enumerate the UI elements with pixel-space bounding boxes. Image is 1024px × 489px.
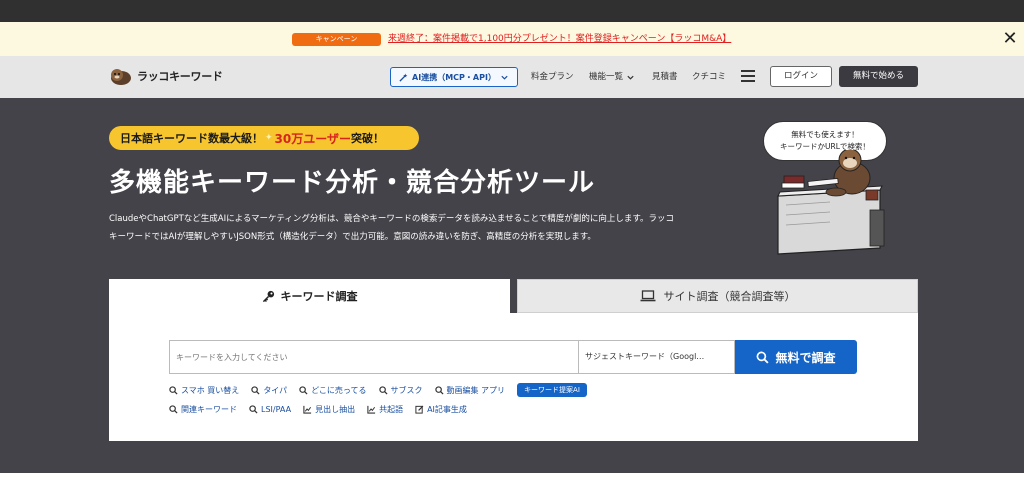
tool-link-ai-article[interactable]: AI記事生成 <box>415 404 467 415</box>
suggested-keyword-link[interactable]: タイパ <box>251 385 287 396</box>
magic-wand-icon <box>399 72 408 82</box>
search-icon <box>378 385 388 395</box>
tool-link-label: 見出し抽出 <box>315 404 356 414</box>
search-tabs-card: キーワード調査 サイト調査（競合調査等） サジェストキーワード（Googl… 無… <box>109 279 918 441</box>
tool-link-label: LSI/PAA <box>261 404 292 414</box>
nav-features-label: 機能一覧 <box>589 72 624 82</box>
search-icon <box>169 404 178 414</box>
tool-link-label: AI記事生成 <box>427 404 467 414</box>
otter-logo-icon <box>111 69 131 85</box>
tab-keyword-research[interactable]: キーワード調査 <box>109 279 510 313</box>
logo[interactable]: ラッコキーワード <box>109 66 223 86</box>
tool-links-row: 関連キーワード LSI/PAA 見出し抽出 共起語 AI記事生成 <box>169 402 479 416</box>
suggested-keyword-link[interactable]: どこに売ってる <box>299 385 367 396</box>
search-icon <box>251 385 260 395</box>
ai-integration-button[interactable]: AI連携（MCP・API） <box>390 67 518 87</box>
sparkle-icon: ✦ <box>265 133 273 143</box>
keyword-ai-badge[interactable]: キーワード提案AI <box>517 383 587 397</box>
chevron-down-icon <box>627 75 634 80</box>
site-header: ラッコキーワード AI連携（MCP・API） 料金プラン 機能一覧 見積書 クチ… <box>0 56 1024 98</box>
nav-features[interactable]: 機能一覧 <box>589 70 635 84</box>
campaign-badge: キャンペーン <box>292 33 381 46</box>
top-bar <box>0 0 1024 22</box>
search-icon <box>757 351 770 364</box>
campaign-link[interactable]: 来週終了：案件掲載で1,100円分プレゼント！案件登録キャンペーン【ラッコM&A… <box>388 33 731 46</box>
search-panel: サジェストキーワード（Googl… 無料で調査 スマホ 買い替え タイパ <box>109 313 918 441</box>
tool-link-lsi[interactable]: LSI/PAA <box>249 405 291 414</box>
search-submit-label: 無料で調査 <box>775 350 836 365</box>
signup-button[interactable]: 無料で始める <box>839 66 918 87</box>
suggested-keywords-row: スマホ 買い替え タイパ どこに売ってる サブスク 動画編集 アプリ キーワード… <box>169 383 587 397</box>
search-icon <box>169 385 178 395</box>
suggested-keyword-link[interactable]: 動画編集 アプリ <box>434 385 506 396</box>
hero-description-line-1: ClaudeやChatGPTなど生成AIによるマーケティング分析は、競合やキーワ… <box>109 214 674 224</box>
otter-desk-illustration <box>777 150 885 255</box>
suggested-keyword-link[interactable]: サブスク <box>378 385 423 396</box>
hero-section: 日本語キーワード数最大級！ ✦ 30万ユーザー 突破！ 多機能キーワード分析・競… <box>0 98 1024 473</box>
campaign-banner: キャンペーン 来週終了：案件掲載で1,100円分プレゼント！案件登録キャンペーン… <box>0 22 1024 56</box>
nav-estimate[interactable]: 見積書 <box>652 70 678 84</box>
search-icon <box>299 385 308 395</box>
suggested-keyword-label: 動画編集 アプリ <box>446 385 506 395</box>
pill-text-highlight: 30万ユーザー <box>274 131 352 146</box>
tool-link-label: 関連キーワード <box>181 404 237 414</box>
pill-text-1: 日本語キーワード数最大級！ <box>120 132 263 145</box>
nav-reviews[interactable]: クチコミ <box>692 70 726 84</box>
speech-line-1: 無料でも使えます！ <box>791 130 859 139</box>
search-type-select[interactable]: サジェストキーワード（Googl… <box>578 340 735 374</box>
suggested-keyword-label: タイパ <box>263 385 288 395</box>
suggested-keyword-label: サブスク <box>390 385 423 395</box>
tool-link-label: 共起語 <box>379 404 404 414</box>
logo-text: ラッコキーワード <box>137 70 223 83</box>
content-below-fold <box>0 473 1024 489</box>
suggested-keyword-label: スマホ 買い替え <box>181 385 240 395</box>
hero-description-line-2: キーワードではAIが理解しやすいJSON形式（構造化データ）で出力可能。意図の読… <box>109 232 596 242</box>
keyword-search-input[interactable] <box>169 340 579 374</box>
user-count-badge: 日本語キーワード数最大級！ ✦ 30万ユーザー 突破！ <box>109 126 419 150</box>
edit-icon <box>415 405 424 414</box>
tab-keyword-label: キーワード調査 <box>280 290 358 303</box>
tab-site-research[interactable]: サイト調査（競合調査等） <box>517 279 918 313</box>
chevron-down-icon <box>501 75 508 80</box>
pill-text-3: 突破！ <box>351 132 385 145</box>
close-icon[interactable]: ✕ <box>1001 29 1019 49</box>
search-icon <box>434 385 444 395</box>
tool-link-related[interactable]: 関連キーワード <box>169 404 237 415</box>
suggested-keyword-label: どこに売ってる <box>311 385 367 395</box>
chart-icon <box>303 405 312 414</box>
tool-link-headings[interactable]: 見出し抽出 <box>303 404 355 415</box>
ai-integration-label: AI連携（MCP・API） <box>412 72 496 82</box>
tab-site-label: サイト調査（競合調査等） <box>663 290 796 303</box>
search-submit-button[interactable]: 無料で調査 <box>735 340 857 374</box>
login-button[interactable]: ログイン <box>770 66 832 87</box>
hero-description: ClaudeやChatGPTなど生成AIによるマーケティング分析は、競合やキーワ… <box>109 210 729 246</box>
nav-pricing[interactable]: 料金プラン <box>531 70 574 84</box>
key-icon <box>262 290 274 302</box>
hamburger-icon[interactable] <box>741 70 755 82</box>
tool-link-cooccurrence[interactable]: 共起語 <box>367 404 403 415</box>
laptop-icon <box>640 290 655 302</box>
search-icon <box>249 404 258 414</box>
chart-icon <box>367 405 376 414</box>
page-title: 多機能キーワード分析・競合分析ツール <box>109 168 596 198</box>
suggested-keyword-link[interactable]: スマホ 買い替え <box>169 385 239 396</box>
